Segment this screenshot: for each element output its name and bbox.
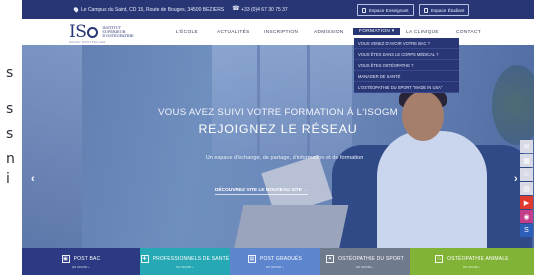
hero-headline: REJOIGNEZ LE RÉSEAU [198, 122, 358, 136]
student-icon: ▣ [61, 254, 70, 263]
phone-text: +33 (0)4 67 30 75 37 [241, 6, 288, 13]
website-frame: Le Campus du Saint, CD 15, Route de Boug… [22, 0, 534, 275]
background-shelf [22, 45, 82, 248]
laptop [230, 205, 349, 248]
student-space-button[interactable]: Espace Étudiant [419, 4, 470, 16]
health-icon: ✚ [140, 254, 149, 263]
category-label: PROFESSIONNELS DE SANTÉ [152, 255, 230, 262]
top-info-bar: Le Campus du Saint, CD 15, Route de Boug… [22, 0, 534, 19]
text-fragment: s [6, 101, 14, 117]
left-text-fragment: s s s n i [0, 0, 22, 275]
dropdown-item[interactable]: VOUS ÊTES OSTÉOPATHE ? [354, 60, 459, 71]
text-fragment: s [6, 126, 14, 142]
carousel-prev-arrow[interactable]: ‹ [31, 173, 35, 185]
text-fragment: i [6, 171, 10, 187]
category-post-gradues[interactable]: ▤ POST GRADUÉS EN SAVOIR + [230, 248, 320, 275]
logo-text: INSTITUT SUPÉRIEUR D'OSTÉOPATHIE [102, 25, 134, 39]
category-more-link[interactable]: EN SAVOIR + [356, 265, 373, 269]
nav-item-ecole[interactable]: L'ÉCOLE [176, 19, 198, 45]
category-post-bac[interactable]: ▣ POST BAC EN SAVOIR + [22, 248, 140, 275]
category-osteopathie-sport[interactable]: ✦ OSTÉOPATHIE DU SPORT EN SAVOIR + [320, 248, 410, 275]
graduate-icon: ▤ [247, 254, 256, 263]
calendar-icon[interactable]: ▦ [520, 154, 533, 167]
hero-subtitle: Un espace d'échange, de partage, d'infor… [205, 155, 364, 161]
category-bar: ▣ POST BAC EN SAVOIR + ✚ PROFESSIONNELS DE… [22, 248, 534, 275]
youtube-icon[interactable]: ▶ [520, 196, 533, 209]
teacher-space-label: Espace Enseignant [369, 7, 409, 13]
address: Le Campus du Saint, CD 15, Route de Boug… [72, 6, 225, 13]
dropdown-item[interactable]: MANAGER DE SANTÉ [354, 71, 459, 82]
nav-item-actualites[interactable]: ACTUALITÉS [217, 19, 250, 45]
logo[interactable]: IS INSTITUT SUPÉRIEUR D'OSTÉOPATHIE GRAN… [69, 22, 134, 44]
formation-dropdown: VOUS VENEZ D'AVOIR VOTRE BAC ? VOUS ÊTES… [354, 38, 459, 93]
category-label: OSTÉOPATHIE DU SPORT [338, 255, 404, 262]
side-icon-bar: ✉ ▦ ☺ ▤ ▶ ◉ S [520, 140, 534, 238]
address-text: Le Campus du Saint, CD 15, Route de Boug… [81, 6, 225, 13]
category-label: POST GRADUÉS [259, 255, 303, 262]
nav-item-inscription[interactable]: INSCRIPTION [264, 19, 298, 45]
nav-item-admission[interactable]: ADMISSION [314, 19, 344, 45]
teacher-space-button[interactable]: Espace Enseignant [357, 4, 414, 16]
hero-title: VOUS AVEZ SUIVI VOTRE FORMATION À L'ISOG… [158, 107, 398, 118]
background-window [212, 45, 352, 155]
category-more-link[interactable]: EN SAVOIR + [463, 265, 480, 269]
person-body [377, 131, 487, 248]
student-space-label: Espace Étudiant [431, 7, 465, 13]
dropdown-item[interactable]: L'OSTÉOPATHIE DU SPORT "MADE IN USA" [354, 82, 459, 93]
text-fragment: s [6, 65, 14, 81]
logo-subtitle: GRAND MONTPELLIER [69, 41, 106, 44]
category-label: OSTÉOPATHIE ANIMALE [447, 255, 509, 262]
nav-item-contact[interactable]: CONTACT [456, 19, 481, 45]
user-icon [424, 7, 428, 13]
dropdown-item[interactable]: VOUS VENEZ D'AVOIR VOTRE BAC ? [354, 38, 459, 49]
category-professionnels-sante[interactable]: ✚ PROFESSIONNELS DE SANTÉ EN SAVOIR + [140, 248, 230, 275]
text-fragment: n [6, 151, 15, 167]
category-more-link[interactable]: EN SAVOIR + [176, 265, 193, 269]
chat-icon[interactable]: ✉ [520, 140, 533, 153]
hero-cta-link[interactable]: DÉCOUVREZ VITE LE NOUVEAU SITE → [215, 188, 309, 195]
category-label: POST BAC [73, 255, 101, 262]
carousel-next-arrow[interactable]: › [514, 173, 518, 185]
location-pin-icon [72, 6, 80, 13]
instagram-icon[interactable]: ◉ [520, 210, 533, 223]
category-more-link[interactable]: EN SAVOIR + [72, 265, 89, 269]
nav-item-formation[interactable]: FORMATION ▾ [353, 28, 401, 35]
logo-mark: IS [69, 22, 99, 42]
profile-icon[interactable]: ☺ [520, 168, 533, 181]
document-icon[interactable]: ▤ [520, 182, 533, 195]
sport-icon: ✦ [326, 254, 335, 263]
category-more-link[interactable]: EN SAVOIR + [266, 265, 283, 269]
category-osteopathie-animale[interactable]: ♘ OSTÉOPATHIE ANIMALE EN SAVOIR + [410, 248, 534, 275]
linkedin-icon[interactable]: S [520, 224, 533, 237]
phone-icon: ☎ [232, 6, 240, 12]
user-icon [362, 7, 366, 13]
phone[interactable]: ☎ +33 (0)4 67 30 75 37 [232, 6, 288, 13]
animal-icon: ♘ [435, 254, 444, 263]
dropdown-item[interactable]: VOUS ÊTES DANS LE CORPS MÉDICAL ? [354, 49, 459, 60]
